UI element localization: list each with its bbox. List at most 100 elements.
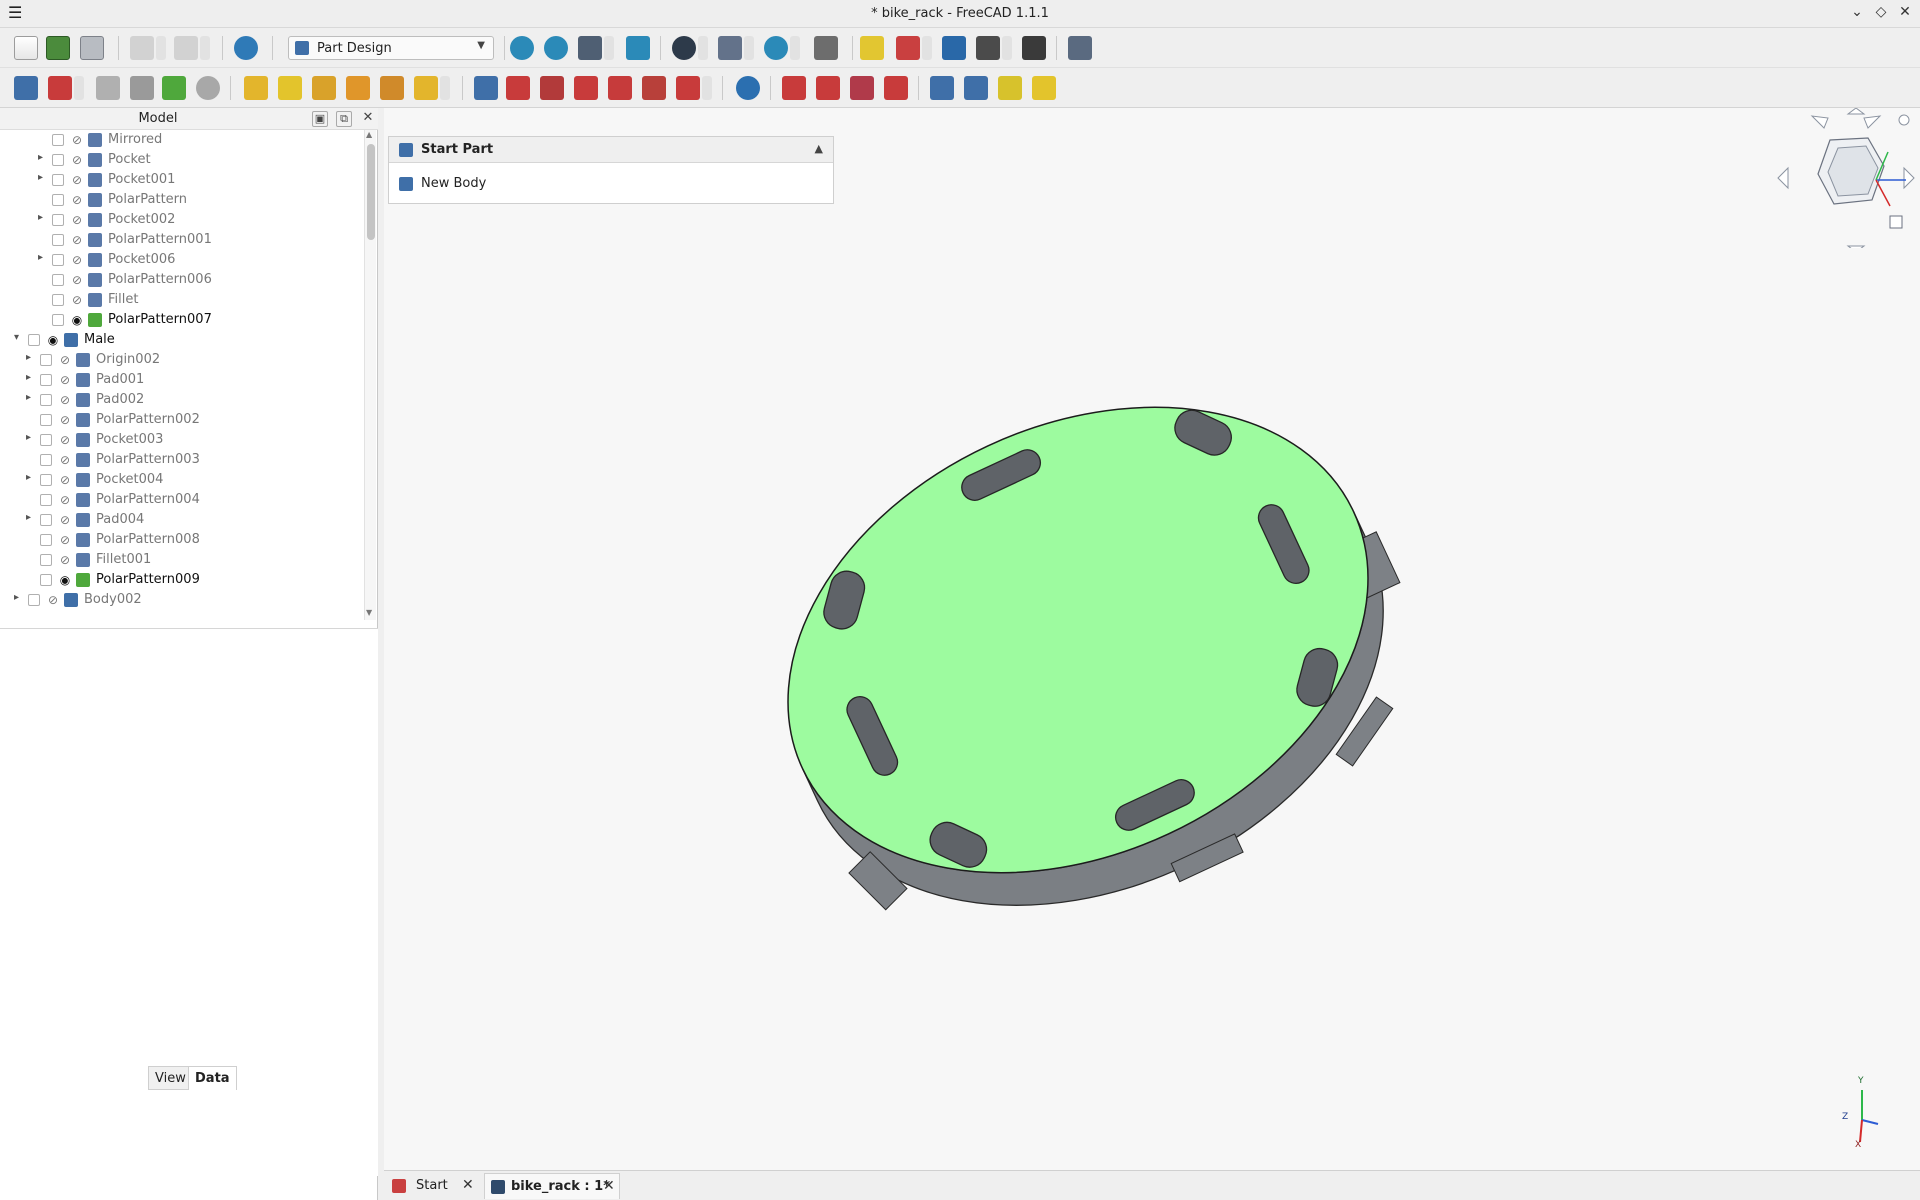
fit-selection-icon[interactable]	[544, 36, 568, 60]
polar-pattern-icon[interactable]	[998, 76, 1022, 100]
draw-style-icon[interactable]	[672, 36, 696, 60]
eye-hidden-icon[interactable]: ⊘	[58, 433, 72, 447]
tree-item[interactable]: ◉ PolarPattern007	[0, 310, 364, 330]
chevron-down-icon[interactable]: ▾	[14, 332, 24, 343]
tree-item-checkbox[interactable]	[40, 394, 52, 406]
minimize-chevron-icon[interactable]: ⌄	[1848, 4, 1866, 20]
tree-item[interactable]: ⊘ PolarPattern003	[0, 450, 364, 470]
tree-item[interactable]: ⊘ Fillet	[0, 290, 364, 310]
close-window-icon[interactable]: ✕	[1896, 4, 1914, 20]
eye-hidden-icon[interactable]: ⊘	[70, 273, 84, 287]
standard-views-dropdown-icon[interactable]	[744, 36, 754, 60]
hole-icon[interactable]	[506, 76, 530, 100]
measurement-icon[interactable]	[814, 36, 838, 60]
tree-scrollbar[interactable]: ▲ ▼	[364, 130, 376, 620]
tree-item[interactable]: ▸ ⊘ Pad001	[0, 370, 364, 390]
save-file-icon[interactable]	[80, 36, 104, 60]
tree-item-checkbox[interactable]	[52, 154, 64, 166]
tab-bike-rack[interactable]: bike_rack : 1* ✕	[484, 1173, 620, 1199]
eye-hidden-icon[interactable]: ⊘	[46, 593, 60, 607]
mirrored-icon[interactable]	[930, 76, 954, 100]
tree-item-checkbox[interactable]	[52, 314, 64, 326]
redo-dropdown-icon[interactable]	[200, 36, 210, 60]
tree-item-checkbox[interactable]	[40, 534, 52, 546]
chevron-right-icon[interactable]: ▸	[26, 472, 36, 483]
datum-dropdown-icon[interactable]	[922, 36, 932, 60]
chevron-right-icon[interactable]: ▸	[26, 392, 36, 403]
eye-hidden-icon[interactable]: ⊘	[58, 493, 72, 507]
tree-item[interactable]: ⊘ Fillet001	[0, 550, 364, 570]
chevron-right-icon[interactable]: ▸	[38, 152, 48, 163]
open-file-icon[interactable]	[46, 36, 70, 60]
eye-hidden-icon[interactable]: ⊘	[70, 293, 84, 307]
tree-item-checkbox[interactable]	[52, 134, 64, 146]
view-menu-dropdown-icon[interactable]	[604, 36, 614, 60]
multi-transform-icon[interactable]	[1032, 76, 1056, 100]
draft-icon[interactable]	[850, 76, 874, 100]
tree-item-checkbox[interactable]	[40, 574, 52, 586]
eye-hidden-icon[interactable]: ⊘	[58, 393, 72, 407]
tree-item[interactable]: ⊘ PolarPattern	[0, 190, 364, 210]
tree-item[interactable]: ⊘ PolarPattern001	[0, 230, 364, 250]
boolean-icon[interactable]	[736, 76, 760, 100]
tree-item[interactable]: ▸ ⊘ Body002	[0, 590, 364, 610]
chevron-right-icon[interactable]: ▸	[38, 172, 48, 183]
eye-hidden-icon[interactable]: ⊘	[58, 353, 72, 367]
revolution-icon[interactable]	[278, 76, 302, 100]
panel-float-icon[interactable]: ▣	[312, 111, 328, 127]
3d-viewport[interactable]: Start Part ▲ New Body Y Z X	[384, 108, 1920, 1170]
standard-views-icon[interactable]	[718, 36, 742, 60]
tree-item-checkbox[interactable]	[52, 214, 64, 226]
redo-icon[interactable]	[174, 36, 198, 60]
pad-icon[interactable]	[244, 76, 268, 100]
tree-item[interactable]: ⊘ PolarPattern008	[0, 530, 364, 550]
navigation-cube[interactable]	[1776, 108, 1916, 253]
tree-item-checkbox[interactable]	[40, 474, 52, 486]
tree-item[interactable]: ⊘ Mirrored	[0, 130, 364, 150]
refresh-icon[interactable]	[234, 36, 258, 60]
tree-item-checkbox[interactable]	[40, 354, 52, 366]
eye-hidden-icon[interactable]: ⊘	[58, 533, 72, 547]
create-group-icon[interactable]	[942, 36, 966, 60]
tab-view[interactable]: View	[148, 1066, 193, 1090]
tree-item[interactable]: ▸ ⊘ Pocket004	[0, 470, 364, 490]
additive-loft-icon[interactable]	[312, 76, 336, 100]
eye-hidden-icon[interactable]: ⊘	[70, 253, 84, 267]
tree-item-checkbox[interactable]	[40, 434, 52, 446]
body-icon[interactable]	[14, 76, 38, 100]
eye-icon[interactable]: ◉	[58, 573, 72, 587]
tree-item[interactable]: ⊘ PolarPattern004	[0, 490, 364, 510]
tree-item[interactable]: ▸ ⊘ Pocket006	[0, 250, 364, 270]
shape-binder-icon[interactable]	[130, 76, 154, 100]
tree-item-checkbox[interactable]	[28, 334, 40, 346]
tree-item[interactable]: ⊘ PolarPattern006	[0, 270, 364, 290]
eye-hidden-icon[interactable]: ⊘	[58, 473, 72, 487]
eye-hidden-icon[interactable]: ⊘	[70, 213, 84, 227]
tree-item-checkbox[interactable]	[28, 594, 40, 606]
additive-pipe-icon[interactable]	[346, 76, 370, 100]
eye-hidden-icon[interactable]: ⊘	[58, 513, 72, 527]
sub-shape-binder-icon[interactable]	[162, 76, 186, 100]
eye-hidden-icon[interactable]: ⊘	[70, 153, 84, 167]
additive-primitive-icon[interactable]	[414, 76, 438, 100]
tab-data[interactable]: Data	[188, 1066, 237, 1090]
link-icon[interactable]	[976, 36, 1000, 60]
subtractive-helix-icon[interactable]	[642, 76, 666, 100]
fillet-icon[interactable]	[782, 76, 806, 100]
new-file-icon[interactable]	[14, 36, 38, 60]
whats-this-icon[interactable]	[1068, 36, 1092, 60]
tree-item-checkbox[interactable]	[40, 494, 52, 506]
tree-item-checkbox[interactable]	[52, 194, 64, 206]
chevron-right-icon[interactable]: ▸	[26, 352, 36, 363]
tree-item-checkbox[interactable]	[40, 374, 52, 386]
scroll-down-icon[interactable]: ▼	[366, 608, 372, 617]
chevron-right-icon[interactable]: ▸	[26, 512, 36, 523]
eye-hidden-icon[interactable]: ⊘	[70, 193, 84, 207]
tree-item-checkbox[interactable]	[40, 414, 52, 426]
eye-hidden-icon[interactable]: ⊘	[70, 233, 84, 247]
tree-item[interactable]: ▸ ⊘ Pad004	[0, 510, 364, 530]
panel-undock-icon[interactable]: ⧉	[336, 111, 352, 127]
close-tab-icon[interactable]: ✕	[603, 1178, 615, 1194]
undo-icon[interactable]	[130, 36, 154, 60]
tree-item[interactable]: ▸ ⊘ Pocket003	[0, 430, 364, 450]
